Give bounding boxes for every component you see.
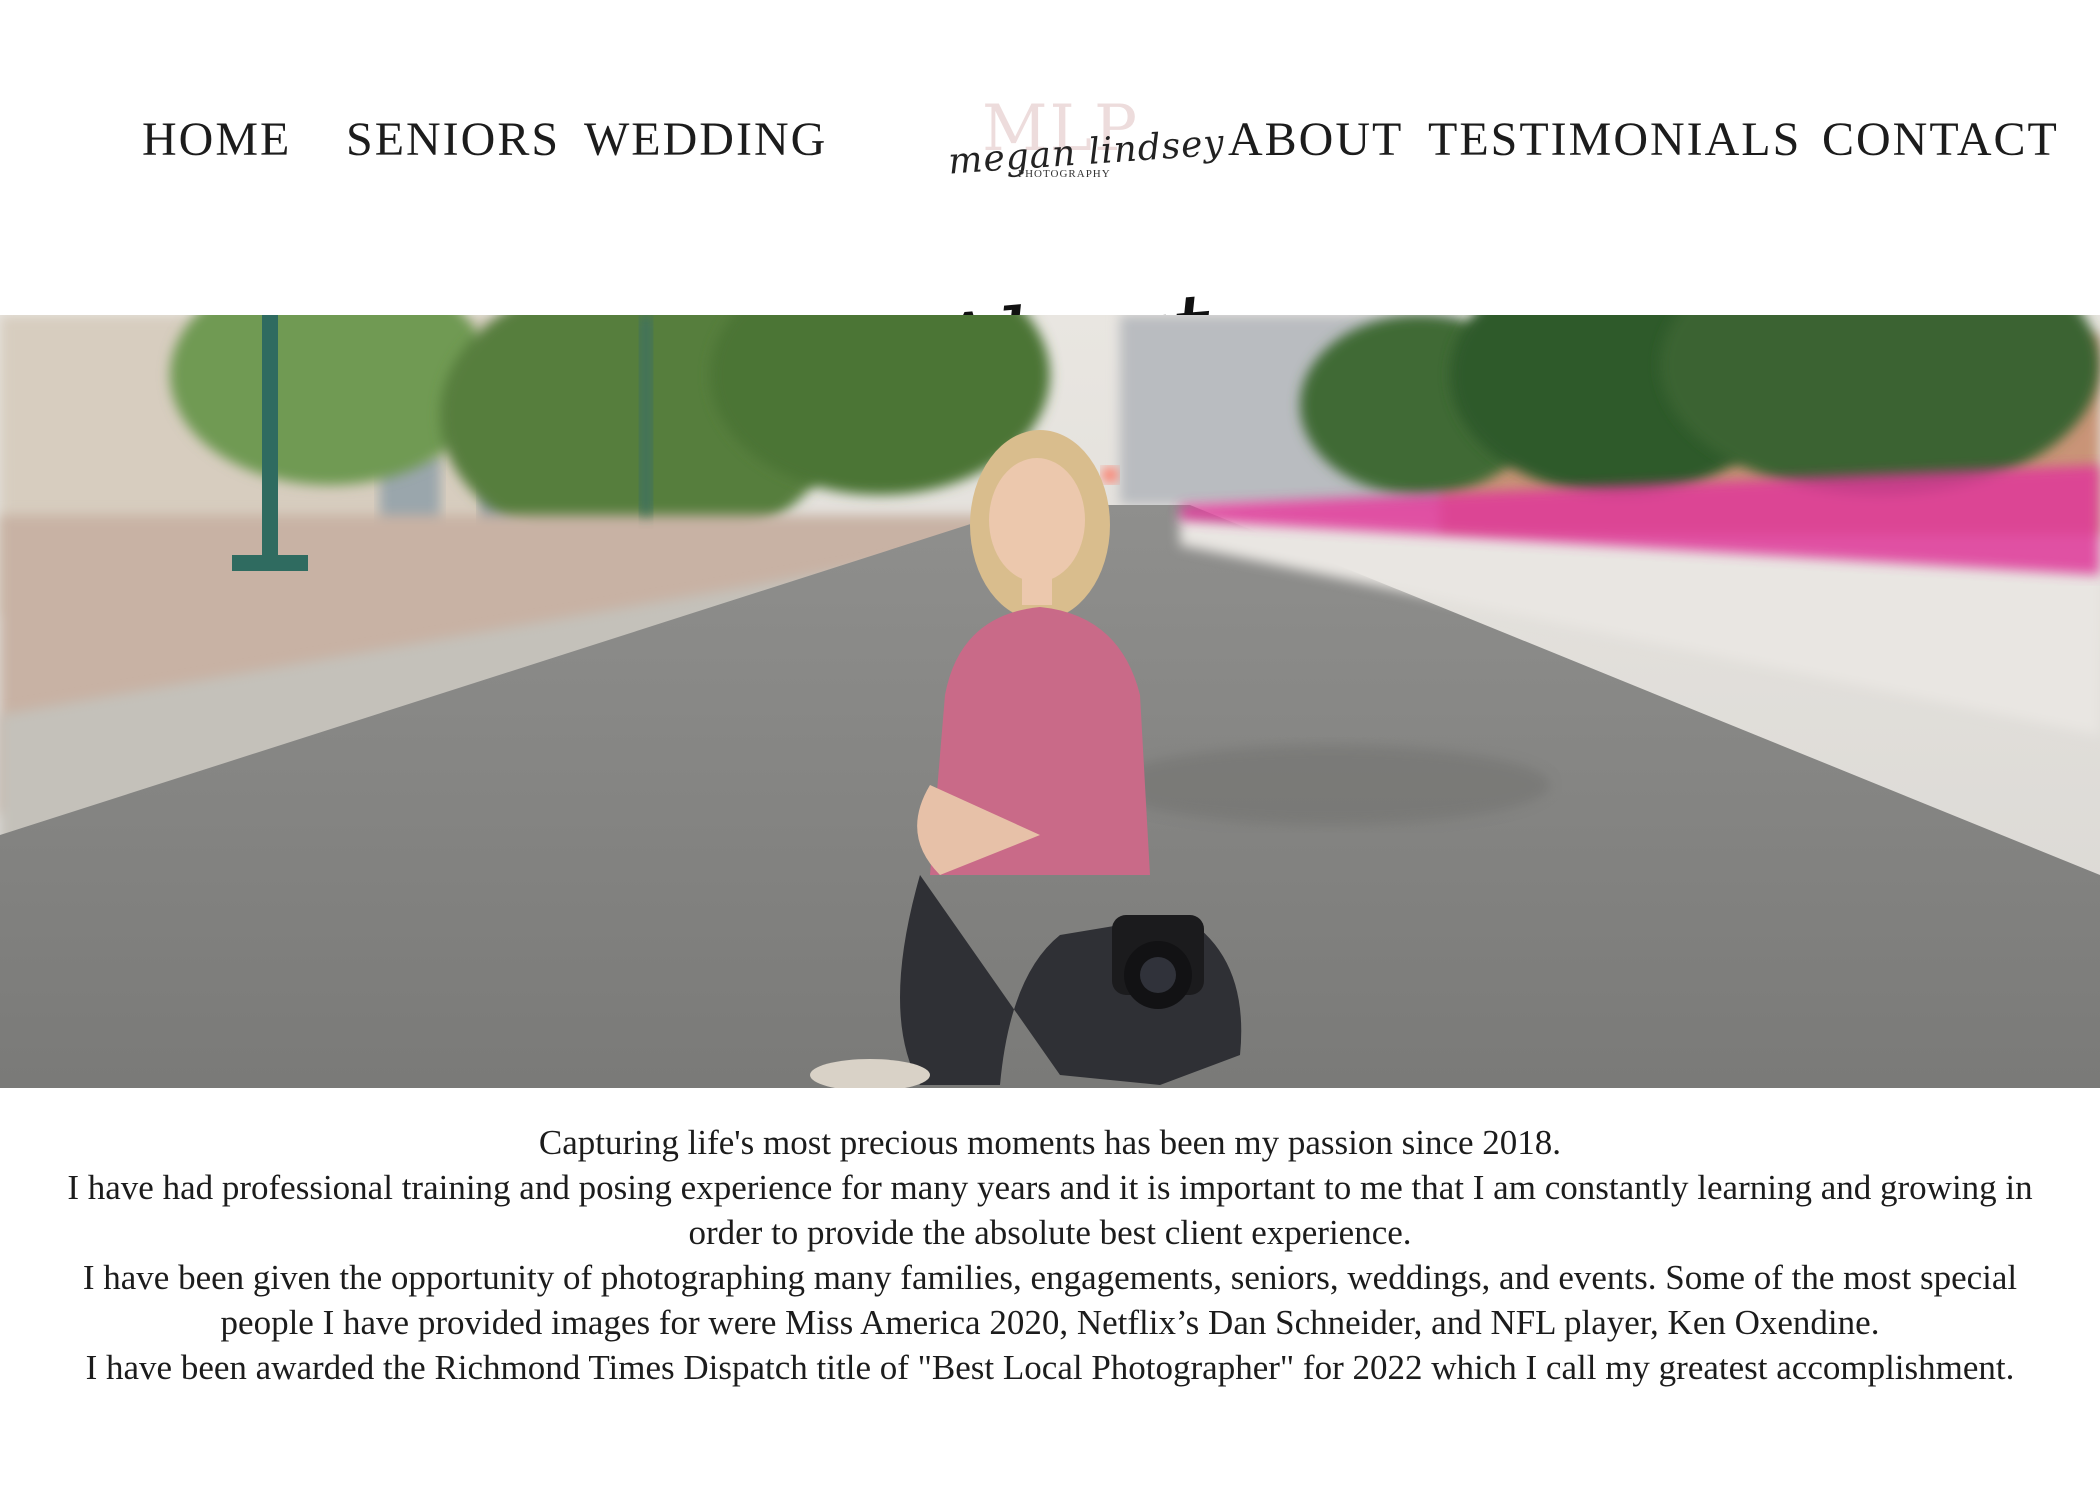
nav-contact[interactable]: CONTACT xyxy=(1822,112,2059,167)
nav-testimonials[interactable]: TESTIMONIALS xyxy=(1428,112,1801,167)
hero-photo xyxy=(0,315,2100,1088)
site-logo[interactable]: MLP megan lindsey PHOTOGRAPHY xyxy=(940,92,1226,192)
nav-home[interactable]: HOME xyxy=(142,112,291,167)
bio-paragraph-1: Capturing life's most precious moments h… xyxy=(538,1123,1562,1162)
bio-text: Capturing life's most precious moments h… xyxy=(40,1120,2060,1390)
nav-wedding[interactable]: WEDDING xyxy=(584,112,827,167)
logo-subtitle: PHOTOGRAPHY xyxy=(1018,168,1111,180)
bio-paragraph-3: I have been given the opportunity of pho… xyxy=(82,1258,2018,1342)
nav-seniors[interactable]: SENIORS xyxy=(346,112,560,167)
nav-about[interactable]: ABOUT xyxy=(1228,112,1403,167)
hero-photo-illustration xyxy=(0,315,2100,1088)
bio-paragraph-2: I have had professional training and pos… xyxy=(67,1168,2033,1252)
main-nav: HOME SENIORS WEDDING MLP megan lindsey P… xyxy=(0,0,2100,220)
bio-paragraph-4: I have been awarded the Richmond Times D… xyxy=(85,1348,2015,1387)
